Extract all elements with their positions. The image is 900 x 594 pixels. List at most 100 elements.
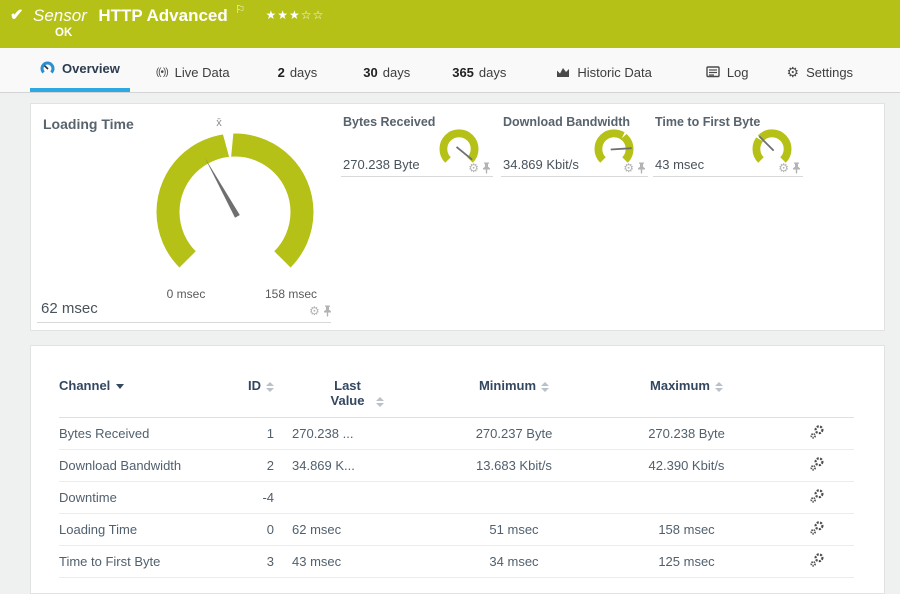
channel-id-cell: -4 [244,481,274,514]
maximum-cell: 42.390 Kbit/s [594,449,779,482]
channel-id-cell: 3 [244,545,274,578]
last-value-cell: 270.238 ... [274,417,434,450]
table-row: Bytes Received 1 270.238 ... 270.237 Byt… [59,417,854,450]
mini-gauge-title: Bytes Received [343,115,436,129]
minimum-cell [434,481,594,514]
flag-icon[interactable]: ⚐ [235,4,245,16]
minimum-cell: 270.237 Byte [434,417,594,450]
gauge-icon [40,61,55,73]
gear-icon[interactable]: ⚙ [468,162,479,174]
settings-gear-icon: ⚙ [786,63,800,80]
mini-gauge-title: Time to First Byte [655,115,761,129]
tab-2-days[interactable]: 2 days [268,48,328,92]
table-row: Time to First Byte 3 43 msec 34 msec 125… [59,545,854,578]
historic-data-icon [557,68,570,77]
col-header-last-value[interactable]: Last Value [274,372,434,418]
sensor-header: ✔ Sensor HTTP Advanced ⚐ ★★★☆☆ OK [0,0,900,48]
sort-icon [714,381,723,392]
pin-icon[interactable] [637,162,646,174]
sort-desc-icon [116,384,125,390]
last-value-cell: 62 msec [274,513,434,546]
col-header-actions [779,372,854,418]
gauge-min-label: 0 msec [167,287,206,301]
col-header-channel[interactable]: Channel [59,372,244,418]
channel-name-cell: Time to First Byte [59,545,244,578]
mini-gauge-value: 270.238 Byte [343,157,420,172]
pin-icon[interactable] [482,162,491,174]
primary-gauge[interactable]: x̄ 0 msec 158 msec [135,110,335,305]
gauge-needle [455,146,473,161]
gauge-needle [205,158,240,218]
gauge-actions: ⚙ [623,162,646,174]
gear-icon[interactable]: ⚙ [778,162,789,174]
mini-gauge-time-to-first-byte: Time to First Byte 43 msec ⚙ [653,109,803,177]
tab-live-data[interactable]: ((•)) Live Data [146,48,240,92]
mini-gauge-value: 43 msec [655,157,705,172]
primary-gauge-title: Loading Time [43,116,134,132]
edit-channel-icon[interactable] [809,424,825,440]
maximum-cell [594,481,779,514]
channel-id-cell: 2 [244,449,274,482]
gauge-actions: ⚙ [309,305,332,317]
overview-gauges-panel: Loading Time x̄ 0 msec 158 msec 62 msec … [30,103,885,331]
maximum-cell: 125 msec [594,545,779,578]
pin-icon[interactable] [792,162,801,174]
last-value-cell [274,481,434,514]
gauge-max-label: 158 msec [265,287,317,301]
divider [37,322,331,323]
log-icon [706,66,720,78]
edit-channel-icon[interactable] [809,488,825,504]
minimum-cell: 13.683 Kbit/s [434,449,594,482]
last-value-cell: 34.869 K... [274,449,434,482]
table-row: Download Bandwidth 2 34.869 K... 13.683 … [59,449,854,482]
table-row: Downtime -4 [59,481,854,514]
tab-log[interactable]: Log [696,48,759,92]
sort-icon [266,381,274,392]
edit-channel-icon[interactable] [809,456,825,472]
tab-365-days[interactable]: 365 days [442,48,516,92]
priority-stars[interactable]: ★★★☆☆ [266,8,325,22]
sort-icon [375,396,384,407]
status-check-icon: ✔ [10,7,24,24]
mini-gauge-download-bandwidth: Download Bandwidth 34.869 Kbit/s ⚙ [501,109,648,177]
col-header-id[interactable]: ID [244,372,274,418]
primary-gauge-value: 62 msec [41,300,98,317]
tab-bar: Overview ((•)) Live Data 2 days 30 days … [0,48,900,93]
gauge-actions: ⚙ [778,162,801,174]
gauge-mean-marker: x̄ [216,117,222,129]
status-text: OK [55,27,73,39]
mini-gauge-bytes-received: Bytes Received 270.238 Byte ⚙ [341,109,493,177]
maximum-cell: 158 msec [594,513,779,546]
channel-name-cell: Download Bandwidth [59,449,244,482]
col-header-maximum[interactable]: Maximum [594,372,779,418]
sensor-title: HTTP Advanced [98,6,228,25]
col-header-minimum[interactable]: Minimum [434,372,594,418]
channel-name-cell: Downtime [59,481,244,514]
edit-channel-icon[interactable] [809,520,825,536]
channel-name-cell: Bytes Received [59,417,244,450]
gauge-arc [156,133,314,268]
live-data-icon: ((•)) [155,66,169,78]
channel-table-panel: Channel ID Last Value Minimum Maximum By… [30,345,885,594]
channel-table: Channel ID Last Value Minimum Maximum By… [59,372,854,578]
gear-icon[interactable]: ⚙ [623,162,634,174]
minimum-cell: 51 msec [434,513,594,546]
gear-icon[interactable]: ⚙ [309,305,320,317]
tab-historic-data[interactable]: Historic Data [546,48,661,92]
sort-icon [541,381,550,392]
channel-id-cell: 0 [244,513,274,546]
minimum-cell: 34 msec [434,545,594,578]
pin-icon[interactable] [323,305,332,317]
table-row: Loading Time 0 62 msec 51 msec 158 msec [59,513,854,546]
channel-id-cell: 1 [244,417,274,450]
gauge-actions: ⚙ [468,162,491,174]
tab-settings[interactable]: ⚙ Settings [777,48,864,92]
table-header-row: Channel ID Last Value Minimum Maximum [59,372,854,418]
edit-channel-icon[interactable] [809,552,825,568]
channel-name-cell: Loading Time [59,513,244,546]
last-value-cell: 43 msec [274,545,434,578]
tab-30-days[interactable]: 30 days [353,48,420,92]
tab-overview[interactable]: Overview [30,48,130,92]
sensor-kind-label: Sensor [33,6,87,25]
mini-gauge-value: 34.869 Kbit/s [503,157,579,172]
